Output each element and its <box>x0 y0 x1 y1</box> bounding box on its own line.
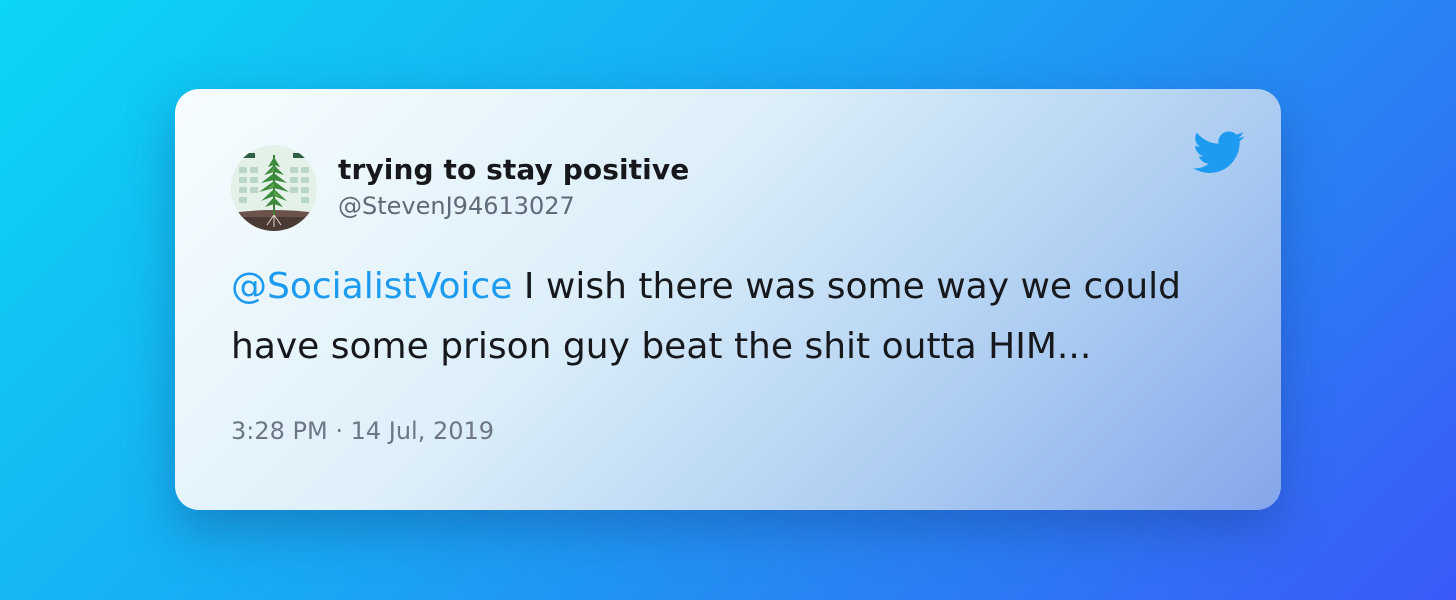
tweet-timestamp[interactable]: 3:28 PM · 14 Jul, 2019 <box>231 417 494 445</box>
tweet-text: @SocialistVoice I wish there was some wa… <box>231 257 1231 377</box>
mention-link[interactable]: @SocialistVoice <box>231 266 512 307</box>
avatar[interactable] <box>231 145 317 231</box>
twitter-bird-icon[interactable] <box>1192 131 1246 175</box>
user-handle[interactable]: @StevenJ94613027 <box>338 192 575 220</box>
display-name[interactable]: trying to stay positive <box>338 153 689 186</box>
tweet-card: trying to stay positive @StevenJ94613027… <box>175 89 1281 510</box>
cannabis-plant-icon <box>231 145 317 231</box>
